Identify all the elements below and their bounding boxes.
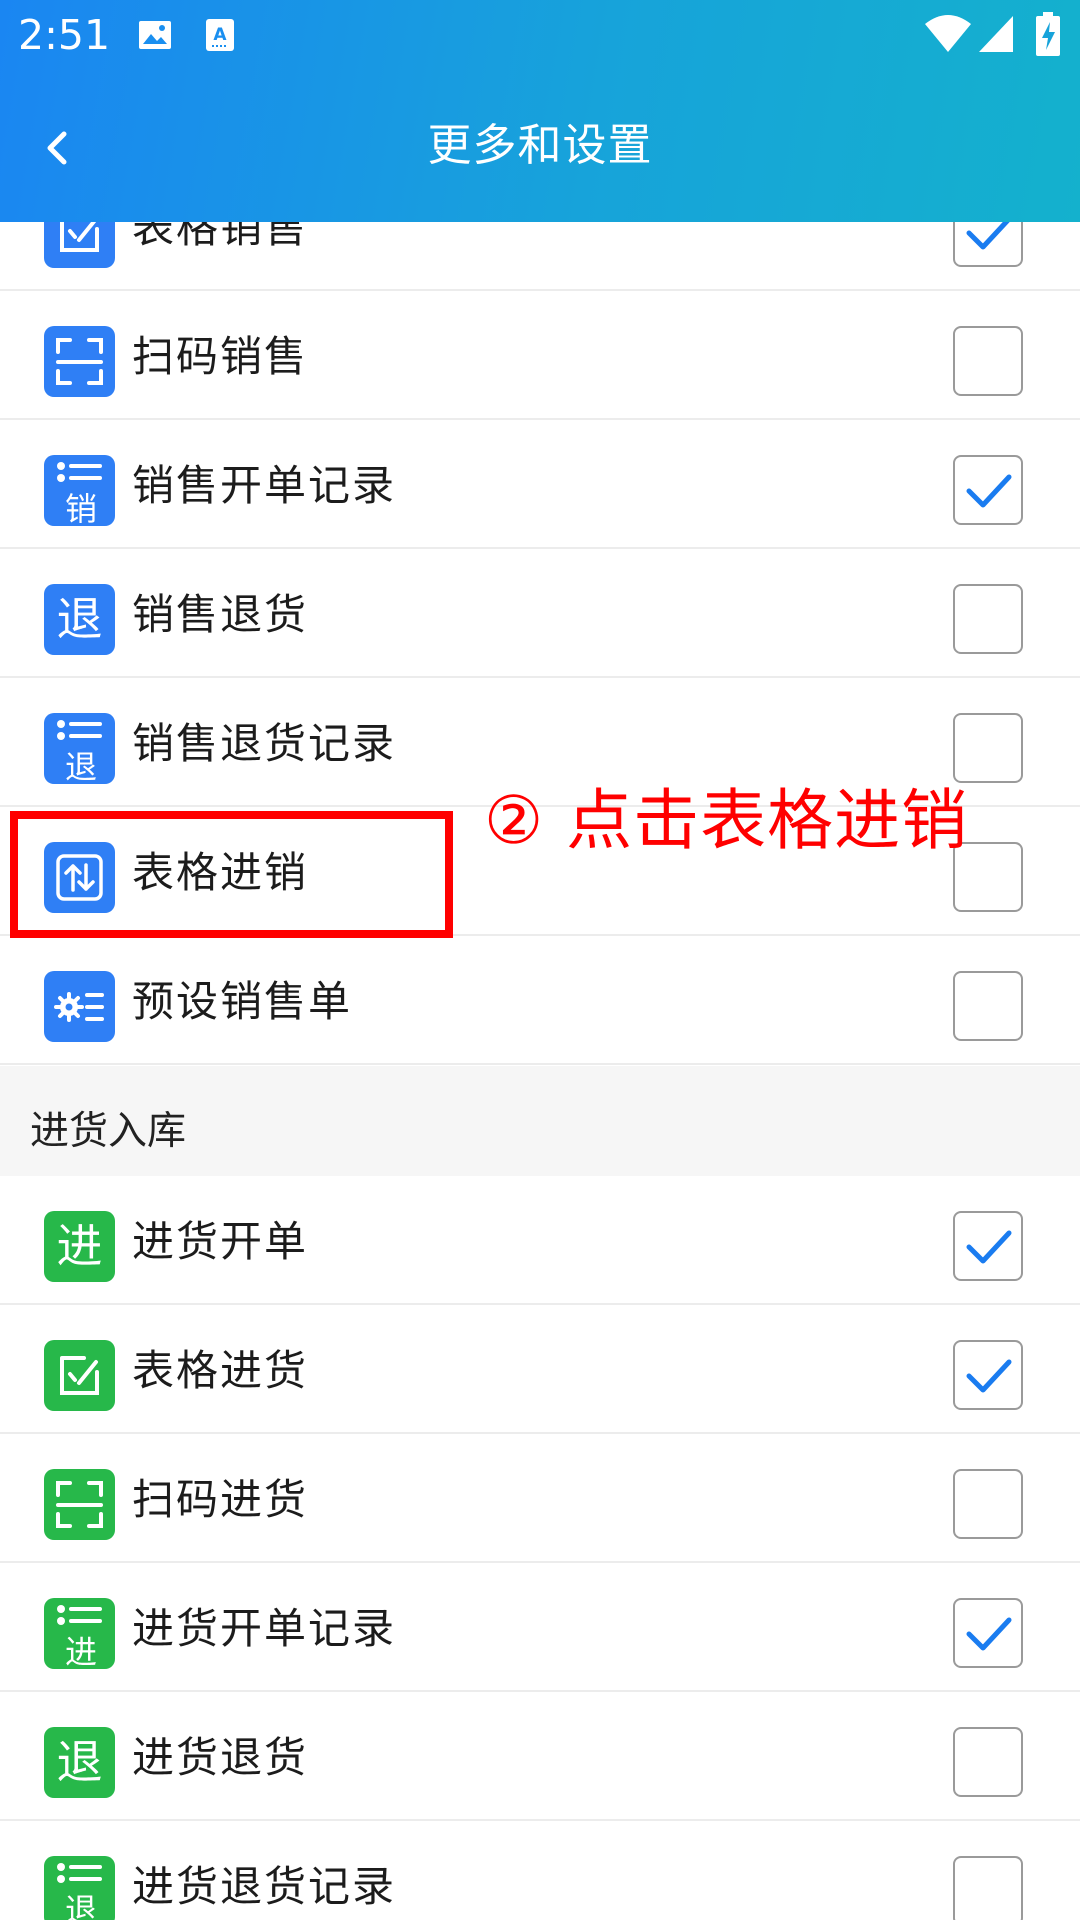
highlight-box: [10, 811, 453, 938]
list-item-label: 进货开单: [132, 1217, 309, 1266]
annotation-text: ② 点击表格进销: [484, 782, 969, 859]
checkbox-unchecked[interactable]: [953, 1469, 1023, 1539]
checkbox-unchecked[interactable]: [953, 326, 1023, 396]
settings-list: 表格销售 扫码销售 销 销售开单记录 退 销售退货 退 销售退货记录 表格进销 …: [0, 0, 1080, 1920]
status-bar: 2:51 A: [0, 0, 1080, 72]
checkbox-unchecked[interactable]: [953, 1856, 1023, 1920]
status-time: 2:51: [18, 11, 111, 59]
list-item-label: 进货退货记录: [132, 1862, 397, 1911]
gear-list-icon: [44, 971, 115, 1042]
list-item-label: 销售退货: [132, 590, 309, 639]
scan-icon: [44, 1469, 115, 1540]
list-icon: 退: [44, 1856, 115, 1920]
signal-icon: [978, 14, 1014, 58]
section-title: 进货入库: [30, 1109, 187, 1154]
wifi-icon: [925, 14, 971, 58]
checkbox-unchecked[interactable]: [953, 584, 1023, 654]
icon-glyph: 进: [57, 1219, 103, 1273]
list-item-label: 扫码进货: [132, 1475, 309, 1524]
list-icon: 销: [44, 455, 115, 526]
list-item-purchase-order[interactable]: 进 进货开单: [0, 1176, 1080, 1305]
section-header-purchase: 进货入库: [0, 1066, 1080, 1176]
list-item-sales-return[interactable]: 退 销售退货: [0, 549, 1080, 678]
icon-glyph: 退: [65, 1891, 97, 1920]
list-item-purchase-return-records[interactable]: 退 进货退货记录: [0, 1821, 1080, 1920]
checkbox-checked[interactable]: [953, 455, 1023, 525]
return-icon: 退: [44, 584, 115, 655]
icon-glyph: 进: [65, 1633, 97, 1669]
list-item-label: 预设销售单: [132, 977, 353, 1026]
list-item-label: 扫码销售: [132, 332, 309, 381]
checkbox-unchecked[interactable]: [953, 971, 1023, 1041]
battery-charging-icon: [1036, 12, 1060, 60]
keyboard-icon: A: [205, 18, 235, 56]
checkbox-checked[interactable]: [953, 1211, 1023, 1281]
list-icon: 退: [44, 713, 115, 784]
icon-glyph: 退: [57, 592, 103, 646]
list-item-label: 销售退货记录: [132, 719, 397, 768]
list-item-scan-purchase[interactable]: 扫码进货: [0, 1434, 1080, 1563]
image-icon: [138, 18, 172, 56]
checkbox-unchecked[interactable]: [953, 1727, 1023, 1797]
app-bar: 2:51 A 更多和设置: [0, 0, 1080, 222]
list-icon: 进: [44, 1598, 115, 1669]
title-bar: 更多和设置: [0, 72, 1080, 222]
list-item-sales-order-records[interactable]: 销 销售开单记录: [0, 420, 1080, 549]
list-item-label: 销售开单记录: [132, 461, 397, 510]
list-item-label: 进货开单记录: [132, 1604, 397, 1653]
scan-icon: [44, 326, 115, 397]
svg-text:A: A: [213, 25, 227, 45]
list-item-label: 表格进货: [132, 1346, 309, 1395]
checkbox-unchecked[interactable]: [953, 713, 1023, 783]
icon-glyph: 退: [65, 748, 97, 784]
checkbox-checked[interactable]: [953, 1340, 1023, 1410]
list-item-label: 进货退货: [132, 1733, 309, 1782]
list-item-form-purchase[interactable]: 表格进货: [0, 1305, 1080, 1434]
list-item-preset-sales-order[interactable]: 预设销售单: [0, 936, 1080, 1065]
return-icon: 退: [44, 1727, 115, 1798]
list-item-scan-sales[interactable]: 扫码销售: [0, 291, 1080, 420]
list-item-purchase-return[interactable]: 退 进货退货: [0, 1692, 1080, 1821]
purchase-icon: 进: [44, 1211, 115, 1282]
form-edit-icon: [44, 1340, 115, 1411]
icon-glyph: 退: [57, 1735, 103, 1789]
list-item-purchase-order-records[interactable]: 进 进货开单记录: [0, 1563, 1080, 1692]
icon-glyph: 销: [65, 490, 97, 526]
page-title: 更多和设置: [427, 120, 653, 171]
checkbox-checked[interactable]: [953, 1598, 1023, 1668]
